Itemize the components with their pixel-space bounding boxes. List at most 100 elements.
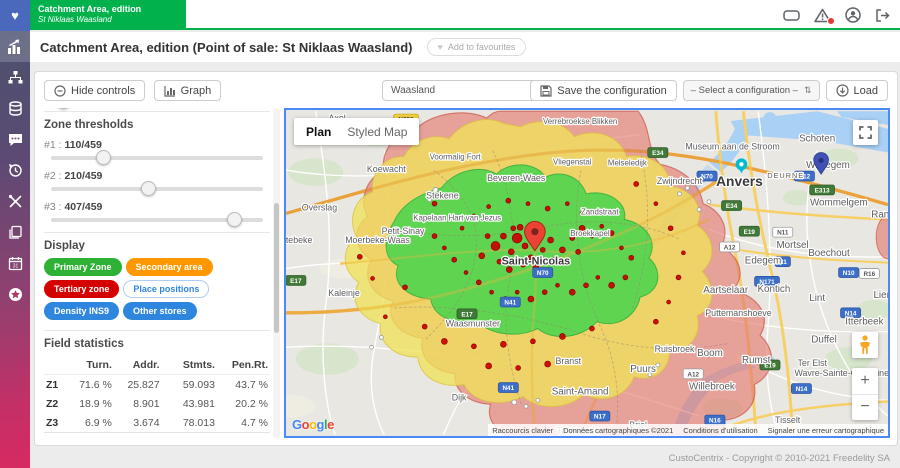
place-position-dot <box>569 289 575 295</box>
load-button[interactable]: Load <box>826 80 888 101</box>
attribution-link[interactable]: Données cartographiques ©2021 <box>563 426 673 435</box>
table-row: Z171.6 %25.82759.09343.7 % <box>44 375 270 395</box>
display-chip[interactable]: Primary Zone <box>44 258 122 276</box>
place-position-dot <box>654 202 658 206</box>
svg-text:E34: E34 <box>726 203 738 210</box>
map-type-styled-button[interactable]: Styled Map <box>347 125 407 139</box>
slider-thumb[interactable] <box>227 212 242 227</box>
place-position-dot <box>471 344 476 349</box>
field-statistics-table: Turn.Addr.Stmts.Pen.Rt.Z171.6 %25.82759.… <box>44 356 270 438</box>
zoom-out-button[interactable]: − <box>852 395 878 421</box>
zone-threshold-slider[interactable]: #3 : 407/459 <box>44 201 270 222</box>
field-statistics-title: Field statistics <box>44 338 270 350</box>
map-label: Wachtebeke <box>286 235 312 245</box>
other-store-dot <box>697 208 701 212</box>
save-configuration-button[interactable]: Save the configuration <box>530 80 676 101</box>
display-title: Display <box>44 240 270 252</box>
sidebar-item-analytics[interactable] <box>0 31 30 62</box>
slider-thumb[interactable] <box>141 181 156 196</box>
add-to-favourites-label: Add to favourites <box>448 42 516 52</box>
map-label: Ranst <box>871 209 888 220</box>
place-position-dot <box>545 206 550 211</box>
place-position-dot <box>548 237 554 243</box>
place-position-dot <box>623 275 628 280</box>
zone-threshold-slider[interactable]: #2 : 210/459 <box>44 170 270 191</box>
place-position-dot <box>515 290 519 294</box>
display-icon[interactable] <box>783 10 800 21</box>
attribution-link[interactable]: Raccourcis clavier <box>492 426 553 435</box>
slider-track[interactable] <box>51 218 263 222</box>
sidebar-item-history[interactable] <box>0 155 30 186</box>
map-label: Edegem <box>745 256 782 267</box>
map-label: Beveren-Waes <box>487 173 546 183</box>
fullscreen-button[interactable] <box>853 120 878 145</box>
map-label: Moerbeke-Waas <box>345 235 410 245</box>
place-position-dot <box>491 242 500 251</box>
warning-triangle-icon[interactable] <box>814 8 831 23</box>
map-label: Broekkapel <box>570 229 610 238</box>
map-label: Anvers <box>716 174 763 189</box>
place-position-dot <box>676 275 681 280</box>
panel-scrollbar-thumb[interactable] <box>274 203 279 333</box>
sidebar-item-tools[interactable] <box>0 186 30 217</box>
map-label: Zwijndrecht <box>657 176 703 186</box>
panel-scrollbar[interactable] <box>273 108 280 438</box>
map-label: Puttemanshoeve <box>705 308 771 318</box>
google-logo[interactable]: Google <box>292 417 334 432</box>
heart-icon: ♥ <box>438 42 443 52</box>
place-position-dot <box>517 224 523 230</box>
other-store-dot <box>707 200 711 204</box>
display-chip[interactable]: Density INS9 <box>44 302 119 320</box>
display-chip[interactable]: Secondary area <box>126 258 213 276</box>
table-row: Z218.9 %8.90143.98120.2 % <box>44 394 270 413</box>
svg-text:R16: R16 <box>863 271 875 278</box>
display-chip[interactable]: Place positions <box>123 280 209 298</box>
map-label: Wommelgem <box>810 198 868 209</box>
place-position-dot <box>512 233 522 243</box>
map-label: Boom <box>697 348 723 359</box>
slider-thumb[interactable] <box>96 150 111 165</box>
sidebar-item-documents[interactable] <box>0 217 30 248</box>
svg-text:E17: E17 <box>290 278 302 285</box>
other-store-dot <box>677 192 681 196</box>
attribution-link[interactable]: Signaler une erreur cartographique <box>768 426 884 435</box>
map-canvas[interactable]: E17E17E34E34E19E19E313N258N70N12N1N171N1… <box>284 108 890 438</box>
analytics-chart-icon <box>7 39 23 55</box>
slider-track[interactable] <box>51 187 263 191</box>
display-chip[interactable]: Tertiary zone <box>44 280 119 298</box>
active-module-tab[interactable]: Catchment Area, edition St Niklaas Waasl… <box>30 0 186 30</box>
load-label: Load <box>854 85 878 97</box>
other-store-dot <box>656 363 660 367</box>
attribution-link[interactable]: Conditions d'utilisation <box>683 426 757 435</box>
graph-button[interactable]: Graph <box>154 80 222 101</box>
map-label: Mortsel <box>776 240 808 251</box>
sidebar-item-database[interactable] <box>0 93 30 124</box>
sidebar-item-favourites[interactable]: ♥ <box>0 0 30 31</box>
logout-icon[interactable] <box>875 8 890 23</box>
sidebar-item-featured[interactable] <box>0 279 30 310</box>
place-position-dot <box>508 249 514 255</box>
svg-text:N11: N11 <box>777 230 789 237</box>
pegman-icon <box>859 335 871 355</box>
map-type-plan-button[interactable]: Plan <box>306 125 331 139</box>
tab-title: Catchment Area, edition <box>38 4 178 15</box>
tab-subtitle: St Niklaas Waasland <box>38 15 178 25</box>
slider-track[interactable] <box>51 156 263 160</box>
sidebar-item-sitemap[interactable] <box>0 62 30 93</box>
title-bar: Catchment Area, edition (Point of sale: … <box>30 32 900 62</box>
display-chip[interactable]: Other stores <box>123 302 197 320</box>
add-to-favourites-button[interactable]: ♥ Add to favourites <box>427 38 527 56</box>
hide-controls-button[interactable]: Hide controls <box>44 80 145 101</box>
zoom-in-button[interactable]: + <box>852 368 878 395</box>
place-position-dot <box>634 182 639 187</box>
slider-thumb[interactable] <box>56 108 71 109</box>
sidebar-item-messages[interactable] <box>0 124 30 155</box>
configuration-select[interactable]: – Select a configuration – ⇅ <box>683 80 820 101</box>
history-clock-icon <box>8 163 23 178</box>
sidebar-item-calendar[interactable]: 31 <box>0 248 30 279</box>
user-account-icon[interactable] <box>845 7 861 23</box>
sidebar: ♥ 31 <box>0 0 30 468</box>
zone-threshold-slider[interactable]: #1 : 110/459 <box>44 139 270 160</box>
pegman-button[interactable] <box>852 332 878 358</box>
place-position-dot <box>559 247 565 253</box>
